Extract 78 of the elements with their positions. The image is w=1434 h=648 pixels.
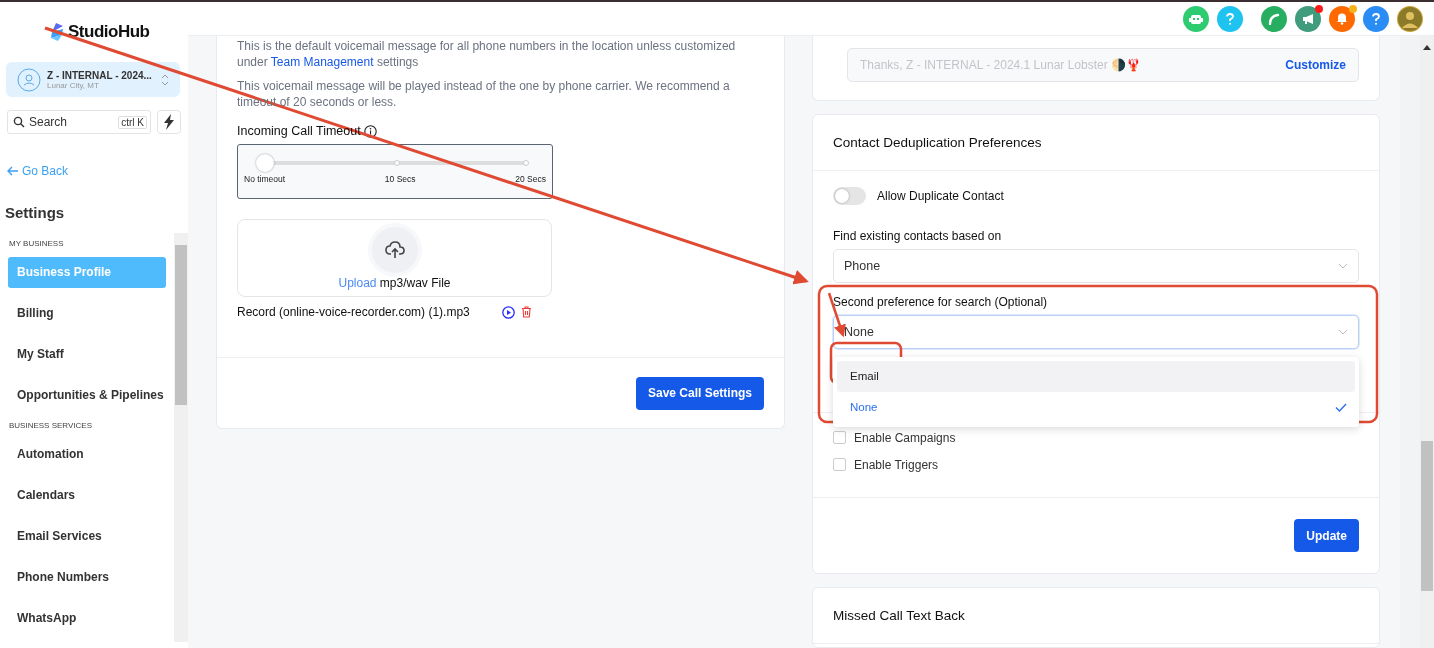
search-placeholder: Search — [29, 115, 69, 129]
scroll-up-icon[interactable] — [1423, 44, 1432, 50]
header-button[interactable] — [1329, 5, 1355, 32]
description-text: This is the default voicemail message for all phone numbers in the location unless customized under Team Management settings — [237, 38, 737, 70]
location-icon — [17, 67, 41, 92]
location-name: Z - INTERNAL - 2024... — [47, 69, 153, 81]
timeout-label: Incoming Call Timeout — [237, 124, 361, 138]
cloud-upload-icon — [384, 241, 405, 259]
brand-name: StudioHub — [68, 22, 150, 42]
header-button[interactable] — [1183, 5, 1209, 32]
checkbox[interactable] — [833, 458, 846, 472]
save-call-settings-button[interactable]: Save Call Settings — [635, 376, 764, 410]
location-city: Lunar City, MT — [47, 80, 100, 90]
toggle-label: Allow Duplicate Contact — [877, 188, 1004, 203]
help-icon — [1226, 12, 1234, 25]
tick-label: No timeout — [244, 174, 286, 184]
scrollbar-thumb[interactable] — [175, 245, 187, 405]
header-button[interactable] — [1363, 5, 1389, 32]
select-field[interactable]: None — [833, 314, 1359, 349]
robot-icon — [1189, 12, 1203, 25]
info-icon — [363, 124, 377, 138]
search-field[interactable]: Search ctrl K — [7, 110, 151, 134]
dropdown-option[interactable]: Email — [837, 360, 1355, 392]
card-title: Contact Deduplication Preferences — [813, 114, 1379, 171]
customize-link[interactable]: Customize — [1285, 58, 1346, 72]
sidebar-item[interactable]: My Staff — [8, 339, 166, 370]
sidebar-item[interactable]: Billing — [8, 298, 166, 329]
toggle-switch[interactable] — [833, 186, 866, 205]
header-button[interactable] — [1217, 5, 1243, 32]
checkbox-label: Enable Triggers — [854, 457, 939, 472]
location-switcher[interactable]: Z - INTERNAL - 2024... Lunar City, MT — [6, 62, 180, 97]
tick-label: 20 Secs — [515, 174, 546, 184]
bell-icon — [1336, 12, 1348, 25]
team-management-link[interactable]: Team Management — [270, 55, 374, 69]
sidebar-item[interactable]: Phone Numbers — [8, 562, 166, 593]
megaphone-icon — [1301, 12, 1315, 25]
phone-icon — [1268, 12, 1280, 25]
slider-thumb[interactable] — [256, 154, 274, 172]
chevron-down-icon — [1338, 328, 1348, 335]
field-label: Second preference for search (Optional) — [833, 294, 1049, 309]
sidebar-item[interactable]: Opportunities & Pipelines — [8, 380, 166, 411]
left-arrow-icon — [7, 166, 19, 176]
file-name: Record (online-voice-recorder.com) (1).mp3 — [237, 305, 470, 319]
scrollbar[interactable] — [174, 233, 188, 642]
sidebar-item[interactable]: WhatsApp — [8, 603, 166, 634]
scrollbar-thumb[interactable] — [1421, 441, 1434, 591]
tick-label: 10 Secs — [384, 174, 416, 184]
chevron-down-icon — [1338, 262, 1348, 269]
play-icon[interactable] — [501, 305, 515, 319]
delete-icon[interactable] — [520, 306, 532, 318]
header-button[interactable] — [1295, 5, 1321, 32]
checkmark-icon — [1335, 402, 1347, 412]
shortcut-hint: ctrl K — [118, 115, 147, 129]
search-icon — [13, 116, 25, 128]
sidebar-item[interactable]: Calendars — [8, 480, 166, 511]
update-button[interactable]: Update — [1294, 519, 1359, 553]
card-title: Missed Call Text Back — [813, 588, 1379, 645]
upload-area[interactable]: Upload mp3/wav File — [237, 219, 552, 297]
logo-icon — [48, 22, 66, 42]
avatar-icon — [1398, 6, 1422, 31]
quick-action-button[interactable] — [157, 110, 181, 134]
sidebar-item[interactable]: Email Services — [8, 521, 166, 552]
lightning-icon — [163, 114, 175, 130]
field-label: Find existing contacts based on — [833, 228, 1003, 243]
dropdown-option[interactable]: None — [837, 391, 1355, 423]
scrollbar[interactable] — [1420, 36, 1434, 648]
select-field[interactable]: Phone — [833, 248, 1359, 283]
section-heading: BUSINESS SERVICES — [9, 421, 93, 430]
chevron-icon — [160, 72, 170, 87]
header-button[interactable] — [1397, 5, 1423, 32]
sidebar-item[interactable]: Automation — [8, 439, 166, 470]
checkbox[interactable] — [833, 431, 846, 445]
help-icon — [1372, 12, 1380, 25]
settings-title: Settings — [5, 204, 66, 221]
checkbox-label: Enable Campaigns — [854, 430, 956, 445]
section-heading: MY BUSINESS — [9, 239, 65, 248]
header-button[interactable] — [1261, 5, 1287, 32]
upload-hint: mp3/wav File — [379, 276, 451, 290]
